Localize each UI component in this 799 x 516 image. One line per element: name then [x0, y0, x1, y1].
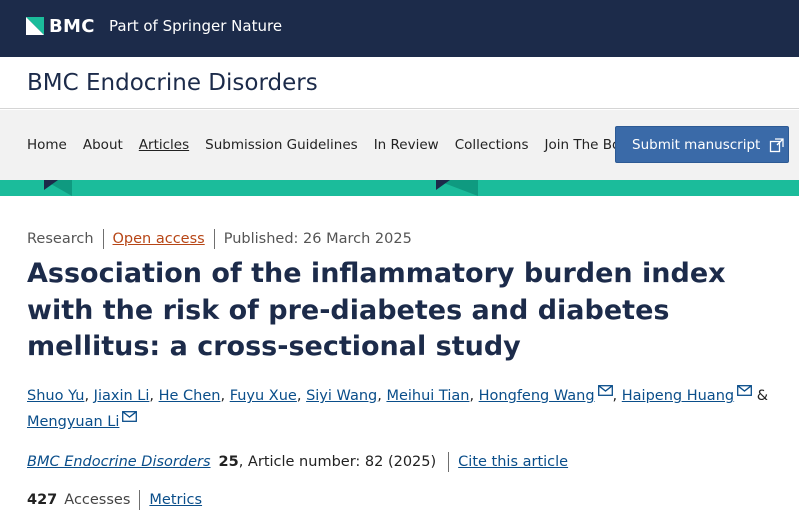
- submit-manuscript-button[interactable]: Submit manuscript: [615, 126, 789, 163]
- citation-volume: 25: [218, 454, 239, 470]
- author-link[interactable]: Mengyuan Li: [27, 414, 119, 430]
- meta-divider: [213, 229, 215, 249]
- bmc-logo-mark-icon: [26, 17, 44, 35]
- envelope-icon[interactable]: [122, 411, 138, 422]
- nav-item-about[interactable]: About: [83, 136, 123, 154]
- author-link[interactable]: Jiaxin Li: [94, 388, 150, 404]
- author-list: Shuo Yu, Jiaxin Li, He Chen, Fuyu Xue, S…: [27, 383, 787, 435]
- accesses-count: 427: [27, 492, 58, 508]
- article-type: Research: [27, 231, 94, 247]
- journal-title[interactable]: BMC Endocrine Disorders: [27, 69, 318, 97]
- author-separator: ,: [612, 388, 622, 404]
- article-title: Association of the inflammatory burden i…: [27, 258, 726, 362]
- external-link-icon: [770, 137, 784, 152]
- open-access-link[interactable]: Open access: [113, 230, 205, 248]
- nav-item-home[interactable]: Home: [27, 136, 67, 154]
- accesses-label: Accesses: [64, 492, 131, 508]
- publisher-header: BMC Part of Springer Nature: [0, 0, 799, 57]
- article-meta: Research Open access Published: 26 March…: [27, 229, 412, 249]
- citation-divider: [448, 452, 450, 472]
- author-link[interactable]: He Chen: [159, 388, 221, 404]
- author-link[interactable]: Shuo Yu: [27, 388, 84, 404]
- author-separator: &: [752, 388, 769, 404]
- author-separator: ,: [296, 388, 307, 404]
- envelope-icon[interactable]: [737, 385, 753, 396]
- metrics-divider: [139, 490, 141, 510]
- author-link[interactable]: Meihui Tian: [386, 388, 469, 404]
- author-link[interactable]: Siyi Wang: [306, 388, 377, 404]
- meta-divider: [102, 229, 104, 249]
- nav-list: Home About Articles Submission Guideline…: [27, 136, 658, 154]
- published-date: Published: 26 March 2025: [223, 231, 412, 247]
- citation-info: BMC Endocrine Disorders 25 , Article num…: [27, 452, 568, 472]
- nav-item-in-review[interactable]: In Review: [374, 136, 439, 154]
- author-separator: ,: [220, 388, 230, 404]
- decorative-band: [0, 180, 799, 196]
- bmc-logo[interactable]: BMC: [26, 15, 95, 37]
- article-metrics: 427 Accesses Metrics: [27, 490, 202, 510]
- author-link[interactable]: Hongfeng Wang: [479, 388, 595, 404]
- citation-journal-link[interactable]: BMC Endocrine Disorders: [27, 452, 211, 472]
- author-link[interactable]: Fuyu Xue: [230, 388, 297, 404]
- band-triangles: [44, 180, 478, 196]
- bmc-logo-text: BMC: [49, 15, 95, 37]
- springer-nature-link[interactable]: Part of Springer Nature: [109, 16, 282, 36]
- metrics-link[interactable]: Metrics: [149, 490, 202, 510]
- journal-header: BMC Endocrine Disorders: [0, 57, 799, 109]
- author-separator: ,: [149, 388, 159, 404]
- citation-article-number: , Article number: 82 (2025): [238, 454, 437, 470]
- author-link[interactable]: Haipeng Huang: [622, 388, 734, 404]
- cite-this-article-link[interactable]: Cite this article: [458, 452, 568, 472]
- submit-manuscript-label: Submit manuscript: [632, 136, 761, 153]
- nav-item-articles[interactable]: Articles: [139, 136, 189, 154]
- nav-item-collections[interactable]: Collections: [455, 136, 529, 154]
- nav-item-submission-guidelines[interactable]: Submission Guidelines: [205, 136, 358, 154]
- author-separator: ,: [84, 388, 94, 404]
- envelope-icon[interactable]: [597, 385, 613, 396]
- author-separator: ,: [469, 388, 479, 404]
